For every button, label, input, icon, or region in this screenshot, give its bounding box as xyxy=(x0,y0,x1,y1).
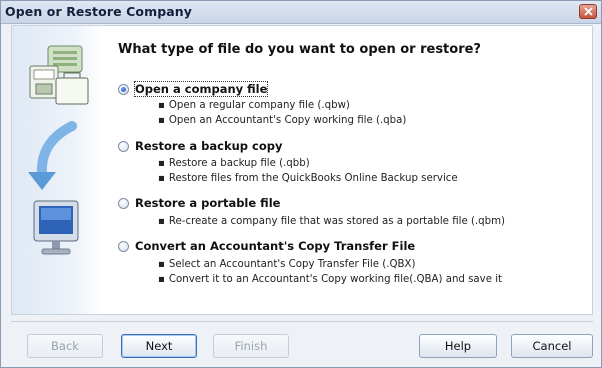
option-convert-transfer-file[interactable]: Convert an Accountant's Copy Transfer Fi… xyxy=(118,239,415,253)
radio-restore-backup[interactable] xyxy=(118,140,129,152)
option-restore-backup[interactable]: Restore a backup copy xyxy=(118,139,282,153)
illustration-pane xyxy=(12,26,102,314)
option-detail: Restore files from the QuickBooks Online… xyxy=(158,173,458,184)
title-bar[interactable]: Open or Restore Company xyxy=(1,1,601,24)
option-restore-portable[interactable]: Restore a portable file xyxy=(118,196,280,210)
cancel-button[interactable]: Cancel xyxy=(511,334,593,358)
close-button[interactable] xyxy=(579,4,597,19)
next-button[interactable]: Next xyxy=(121,334,197,358)
option-label[interactable]: Restore a portable file xyxy=(135,196,280,210)
radio-open-company-file[interactable] xyxy=(118,83,129,95)
option-detail: Convert it to an Accountant's Copy worki… xyxy=(158,274,502,285)
option-label[interactable]: Open a company file xyxy=(133,81,269,97)
computer-monitor-icon xyxy=(33,200,79,255)
radio-convert-transfer-file[interactable] xyxy=(118,240,129,252)
divider xyxy=(11,321,593,322)
restore-arrow-icon xyxy=(28,121,77,190)
question-heading: What type of file do you want to open or… xyxy=(118,42,481,57)
window-title: Open or Restore Company xyxy=(5,4,193,19)
content-panel: What type of file do you want to open or… xyxy=(11,25,593,315)
company-files-icon xyxy=(29,45,89,105)
open-restore-dialog: Open or Restore Company What type of fil… xyxy=(0,0,602,368)
help-button[interactable]: Help xyxy=(419,334,497,358)
back-button[interactable]: Back xyxy=(27,334,103,358)
option-detail: Open an Accountant's Copy working file (… xyxy=(158,115,406,126)
option-open-company-file[interactable]: Open a company file xyxy=(118,81,269,97)
option-detail: Re-create a company file that was stored… xyxy=(158,216,505,227)
option-detail: Restore a backup file (.qbb) xyxy=(158,158,310,169)
option-detail: Open a regular company file (.qbw) xyxy=(158,100,350,111)
option-detail: Select an Accountant's Copy Transfer Fil… xyxy=(158,259,416,270)
finish-button[interactable]: Finish xyxy=(213,334,289,358)
option-label[interactable]: Convert an Accountant's Copy Transfer Fi… xyxy=(135,239,415,253)
option-label[interactable]: Restore a backup copy xyxy=(135,139,282,153)
radio-restore-portable[interactable] xyxy=(118,197,129,209)
close-icon xyxy=(584,7,593,16)
